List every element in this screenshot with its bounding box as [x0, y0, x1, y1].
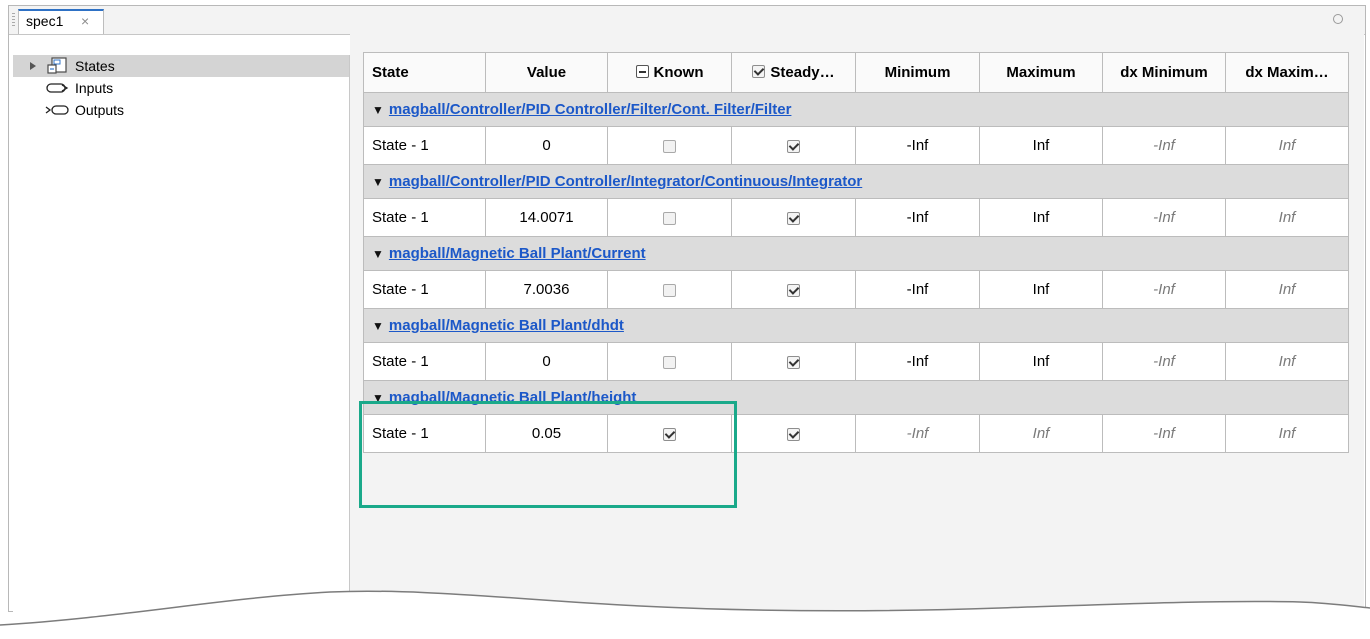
torn-edge-decoration	[0, 590, 1370, 639]
